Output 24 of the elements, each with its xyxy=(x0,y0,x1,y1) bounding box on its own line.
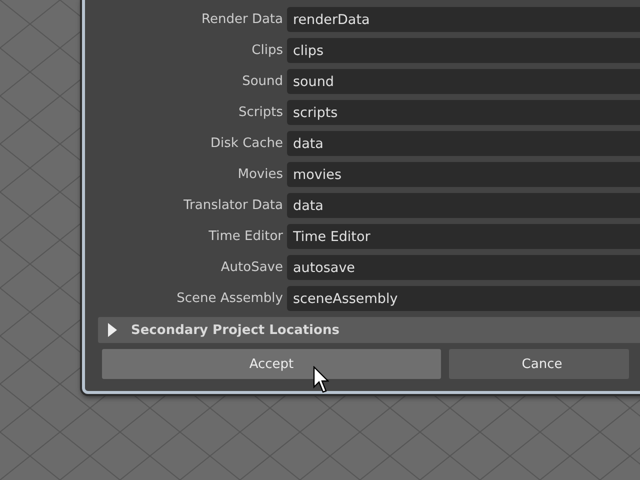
field-label: Sound xyxy=(241,74,283,89)
input-field[interactable]: data xyxy=(287,193,640,218)
cancel-button[interactable]: Cance xyxy=(449,349,629,379)
field-label: Disk Cache xyxy=(210,136,283,151)
field-label: Render Data xyxy=(200,12,283,27)
input-field[interactable]: sound xyxy=(287,69,640,94)
field-label: Clips xyxy=(250,43,283,58)
input-field[interactable]: data xyxy=(287,131,640,156)
field-label: Translator Data xyxy=(182,198,283,213)
field-label: Scene Assembly xyxy=(176,291,283,306)
input-field[interactable]: scripts xyxy=(287,100,640,125)
section-header[interactable]: Secondary Project Locations xyxy=(98,317,640,343)
mouse-pointer-icon xyxy=(313,366,329,394)
field-label: Time Editor xyxy=(208,229,283,244)
input-field[interactable]: sceneAssembly xyxy=(287,286,640,311)
input-field[interactable]: renderData xyxy=(287,7,640,32)
input-field[interactable]: clips xyxy=(287,38,640,63)
accept-button[interactable]: Accept xyxy=(102,349,441,379)
input-field[interactable]: autosave xyxy=(287,255,640,280)
field-label: AutoSave xyxy=(220,260,283,275)
field-label: Scripts xyxy=(238,105,283,120)
input-field[interactable]: Time Editor xyxy=(287,224,640,249)
field-label: Movies xyxy=(236,167,283,182)
input-field[interactable]: movies xyxy=(287,162,640,187)
